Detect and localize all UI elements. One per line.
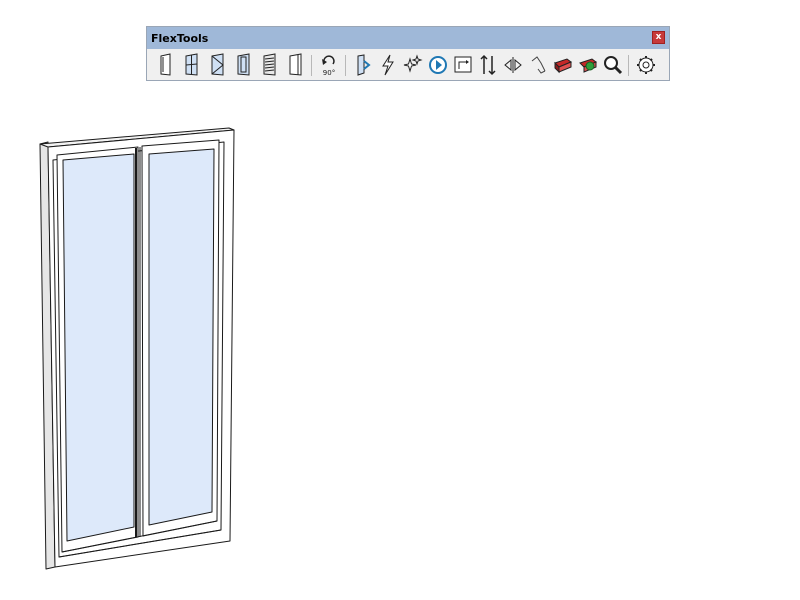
flex-opening-icon[interactable] — [285, 53, 307, 77]
toolbar-separator — [345, 55, 346, 76]
component-red-icon[interactable] — [552, 53, 574, 77]
flash-icon[interactable] — [377, 53, 399, 77]
close-button[interactable]: x — [652, 31, 665, 44]
toolbar-separator — [628, 55, 629, 76]
toolbar-separator — [311, 55, 312, 76]
toolbar-title: FlexTools — [151, 32, 209, 45]
dynamic-refresh-icon[interactable] — [427, 53, 449, 77]
rotate-swing-icon[interactable] — [527, 53, 549, 77]
sliding-door-model[interactable] — [39, 127, 235, 570]
flex-door-icon[interactable] — [155, 53, 177, 77]
viewport-canvas[interactable] — [0, 0, 800, 600]
wall-cutter-icon[interactable] — [352, 53, 374, 77]
flex-double-hung-icon[interactable] — [233, 53, 255, 77]
flex-louver-icon[interactable] — [259, 53, 281, 77]
gear-icon[interactable] — [635, 53, 657, 77]
flip-vertical-icon[interactable] — [477, 53, 499, 77]
component-green-icon[interactable] — [577, 53, 599, 77]
rotate-90-icon[interactable]: 90° — [318, 53, 340, 77]
tool-row: 90° — [155, 53, 665, 79]
flextools-toolbar-window[interactable]: FlexTools x 90° — [146, 26, 670, 81]
rotate-90-label: 90° — [323, 69, 335, 77]
left-glass-pane — [62, 153, 135, 542]
flip-horizontal-icon[interactable] — [502, 53, 524, 77]
flex-casement-icon[interactable] — [207, 53, 229, 77]
scale-icon[interactable] — [452, 53, 474, 77]
right-glass-pane — [148, 148, 215, 526]
toolbar-titlebar[interactable]: FlexTools x — [147, 27, 669, 49]
search-icon[interactable] — [602, 53, 624, 77]
flex-window-icon[interactable] — [181, 53, 203, 77]
sparkle-icon[interactable] — [401, 53, 423, 77]
